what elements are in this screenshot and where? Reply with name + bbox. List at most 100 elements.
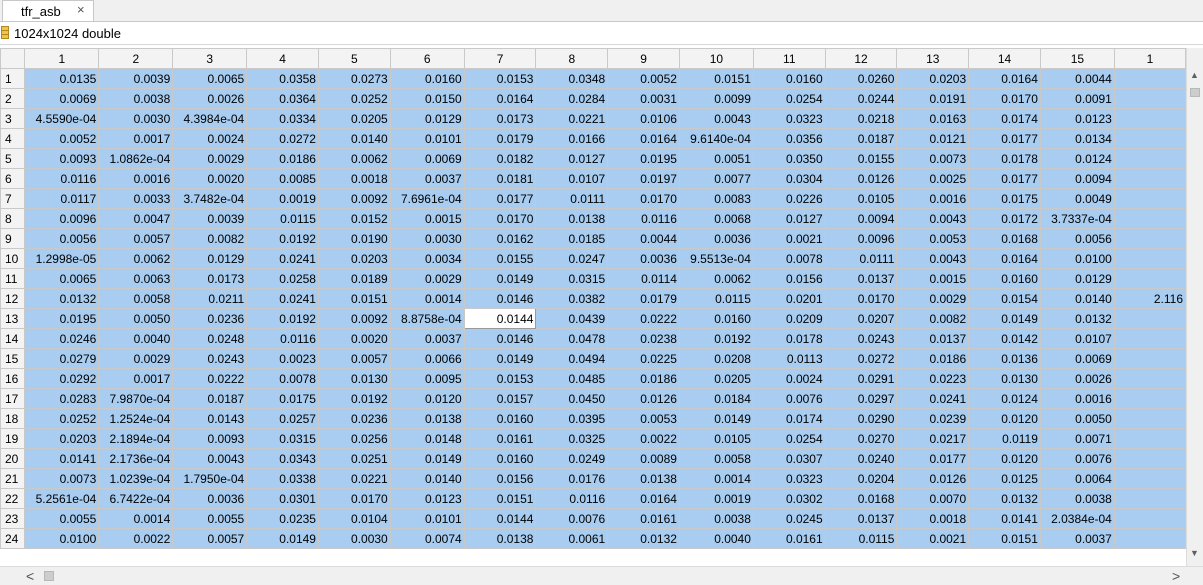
- table-cell[interactable]: 0.0069: [389, 148, 465, 169]
- table-cell[interactable]: 0.0120: [389, 388, 465, 409]
- table-cell[interactable]: 0.0243: [172, 348, 248, 369]
- table-cell[interactable]: 0.0207: [824, 308, 898, 329]
- table-cell[interactable]: 0.0260: [824, 68, 898, 89]
- table-cell[interactable]: 0.0148: [389, 428, 465, 449]
- table-cell[interactable]: 0.0195: [607, 148, 680, 169]
- table-cell[interactable]: 0.0257: [246, 408, 319, 429]
- table-cell[interactable]: 0.0136: [968, 348, 1041, 369]
- column-header[interactable]: 9: [607, 48, 680, 69]
- table-cell[interactable]: 0.0256: [317, 428, 391, 449]
- table-cell[interactable]: 0.0018: [896, 508, 970, 529]
- table-cell[interactable]: 0.0124: [1039, 148, 1115, 169]
- table-cell[interactable]: 9.6140e-04: [678, 128, 754, 149]
- table-cell[interactable]: 0.0121: [896, 128, 970, 149]
- table-cell[interactable]: 0.0155: [824, 148, 898, 169]
- table-cell[interactable]: 0.0297: [824, 388, 898, 409]
- table-cell[interactable]: 0.0160: [968, 268, 1041, 289]
- row-header[interactable]: 21: [0, 468, 26, 489]
- table-cell[interactable]: 0.0338: [246, 468, 319, 489]
- table-cell[interactable]: [1113, 248, 1186, 269]
- table-cell[interactable]: 0.0056: [1039, 228, 1115, 249]
- table-cell[interactable]: 0.0076: [1039, 448, 1115, 469]
- table-cell[interactable]: 0.0170: [824, 288, 898, 309]
- table-cell[interactable]: 0.0096: [824, 228, 898, 249]
- table-cell[interactable]: 0.0070: [896, 488, 970, 509]
- table-cell[interactable]: [1113, 408, 1186, 429]
- table-cell[interactable]: 0.0192: [246, 308, 319, 329]
- table-cell[interactable]: 0.0037: [389, 328, 465, 349]
- table-cell[interactable]: 0.0146: [463, 288, 537, 309]
- table-cell[interactable]: 0.0152: [317, 208, 391, 229]
- table-cell[interactable]: 0.0031: [607, 88, 680, 109]
- table-cell[interactable]: 1.0239e-04: [98, 468, 174, 489]
- table-cell[interactable]: 0.0016: [1039, 388, 1115, 409]
- table-cell[interactable]: 0.0065: [24, 268, 100, 289]
- table-cell[interactable]: 0.0137: [824, 268, 898, 289]
- table-cell[interactable]: [1113, 308, 1186, 329]
- table-cell[interactable]: 0.0053: [607, 408, 680, 429]
- row-header[interactable]: 20: [0, 448, 26, 469]
- table-cell[interactable]: 0.0037: [389, 168, 465, 189]
- table-cell[interactable]: 0.0018: [317, 168, 391, 189]
- table-cell[interactable]: 0.0107: [535, 168, 609, 189]
- table-cell[interactable]: 0.0100: [1039, 248, 1115, 269]
- table-cell[interactable]: 0.0172: [968, 208, 1041, 229]
- table-cell[interactable]: 0.0137: [896, 328, 970, 349]
- table-cell[interactable]: 0.0246: [24, 328, 100, 349]
- table-cell[interactable]: 0.0252: [24, 408, 100, 429]
- table-cell[interactable]: [1113, 428, 1186, 449]
- table-cell[interactable]: 0.0017: [98, 368, 174, 389]
- scroll-down-icon[interactable]: ▼: [1190, 548, 1199, 558]
- table-cell[interactable]: [1113, 448, 1186, 469]
- table-cell[interactable]: 0.0058: [678, 448, 754, 469]
- table-cell[interactable]: 0.0022: [98, 528, 174, 549]
- table-cell[interactable]: 0.0192: [317, 388, 391, 409]
- table-cell[interactable]: 9.5513e-04: [678, 248, 754, 269]
- table-cell[interactable]: 0.0132: [968, 488, 1041, 509]
- table-cell[interactable]: 0.0178: [968, 148, 1041, 169]
- table-cell[interactable]: 4.3984e-04: [172, 108, 248, 129]
- selected-cell[interactable]: 0.0144: [463, 308, 537, 329]
- table-cell[interactable]: 0.0116: [246, 328, 319, 349]
- table-cell[interactable]: 0.0301: [246, 488, 319, 509]
- row-header[interactable]: 15: [0, 348, 26, 369]
- table-cell[interactable]: 2.1894e-04: [98, 428, 174, 449]
- table-cell[interactable]: 0.0015: [896, 268, 970, 289]
- table-cell[interactable]: 0.0111: [824, 248, 898, 269]
- table-cell[interactable]: 0.0052: [24, 128, 100, 149]
- row-header[interactable]: 3: [0, 108, 26, 129]
- table-cell[interactable]: 0.0211: [172, 288, 248, 309]
- row-header[interactable]: 1: [0, 68, 26, 89]
- table-cell[interactable]: 0.0240: [824, 448, 898, 469]
- table-cell[interactable]: 0.0020: [317, 328, 391, 349]
- table-cell[interactable]: 0.0044: [607, 228, 680, 249]
- table-cell[interactable]: 0.0096: [24, 208, 100, 229]
- table-cell[interactable]: 0.0241: [896, 388, 970, 409]
- close-icon[interactable]: ×: [77, 2, 85, 17]
- column-header[interactable]: 1: [1113, 48, 1186, 69]
- table-cell[interactable]: 0.0126: [824, 168, 898, 189]
- table-cell[interactable]: 0.0176: [535, 468, 609, 489]
- table-cell[interactable]: 0.0034: [389, 248, 465, 269]
- table-cell[interactable]: 0.0033: [98, 188, 174, 209]
- table-cell[interactable]: 0.0173: [463, 108, 537, 129]
- table-cell[interactable]: 0.0029: [172, 148, 248, 169]
- table-cell[interactable]: 0.0043: [172, 448, 248, 469]
- table-cell[interactable]: 0.0106: [607, 108, 680, 129]
- scroll-left-icon[interactable]: <: [26, 568, 34, 584]
- column-header[interactable]: 12: [824, 48, 898, 69]
- table-cell[interactable]: 0.0140: [1039, 288, 1115, 309]
- table-cell[interactable]: 0.0307: [752, 448, 826, 469]
- table-cell[interactable]: 0.0099: [678, 88, 754, 109]
- table-cell[interactable]: 0.0209: [752, 308, 826, 329]
- table-cell[interactable]: [1113, 368, 1186, 389]
- table-cell[interactable]: 0.0382: [535, 288, 609, 309]
- table-cell[interactable]: 0.0058: [98, 288, 174, 309]
- grid-corner[interactable]: [0, 48, 26, 69]
- table-cell[interactable]: 0.0160: [678, 308, 754, 329]
- table-cell[interactable]: 0.0244: [824, 88, 898, 109]
- table-cell[interactable]: [1113, 508, 1186, 529]
- table-cell[interactable]: 0.0315: [246, 428, 319, 449]
- column-header[interactable]: 4: [246, 48, 319, 69]
- table-cell[interactable]: 0.0053: [896, 228, 970, 249]
